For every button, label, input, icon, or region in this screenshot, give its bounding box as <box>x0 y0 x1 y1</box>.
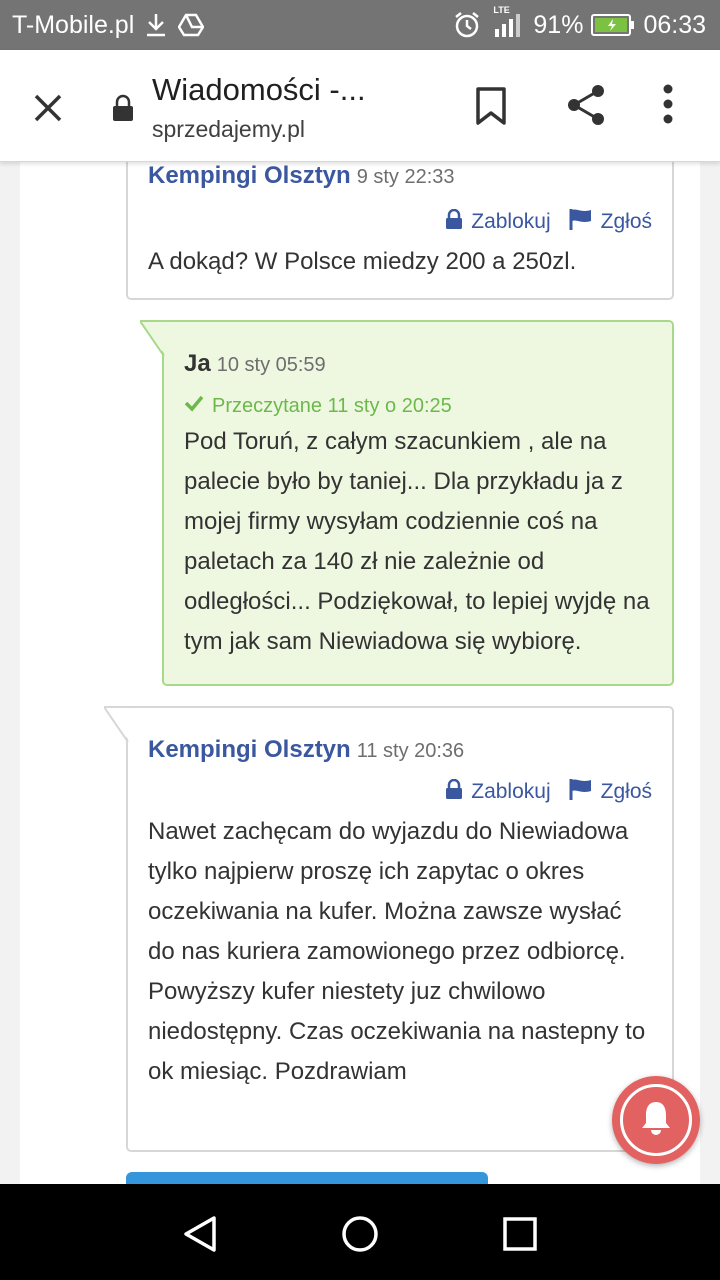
message-thread: Kempingi Olsztyn 9 sty 22:33 Zablokuj Zgł… <box>20 162 700 1184</box>
action-button[interactable] <box>126 1172 488 1184</box>
block-button[interactable]: Zablokuj <box>445 778 551 805</box>
flag-icon <box>569 778 593 806</box>
report-button[interactable]: Zgłoś <box>569 208 652 236</box>
drive-icon <box>178 13 205 37</box>
bookmark-icon[interactable] <box>474 86 508 131</box>
share-icon[interactable] <box>566 84 606 131</box>
speech-tail <box>104 706 130 743</box>
navigation-bar <box>0 1184 720 1280</box>
report-label: Zgłoś <box>600 210 652 233</box>
signal-icon: LTE <box>489 5 525 39</box>
message-time: 11 sty 20:36 <box>356 740 465 762</box>
message-header: Kempingi Olsztyn 11 sty 20:36 <box>148 736 464 764</box>
message-actions: Zablokuj Zgłoś <box>445 208 652 236</box>
message-body: Nawet zachęcam do wyjazdu do Niewiadowa … <box>148 818 646 1085</box>
alarm-icon <box>453 11 481 39</box>
close-icon[interactable] <box>26 86 70 130</box>
message-card: Kempingi Olsztyn 9 sty 22:33 Zablokuj Zgł… <box>126 162 674 300</box>
message-card: Kempingi Olsztyn 11 sty 20:36 Zablokuj Zg… <box>104 706 674 1152</box>
battery-percent: 91% <box>533 10 584 39</box>
clock: 06:33 <box>643 10 706 39</box>
block-button[interactable]: Zablokuj <box>445 208 551 235</box>
block-label: Zablokuj <box>471 780 551 803</box>
message-body: A dokąd? W Polsce miedzy 200 a 250zl. <box>148 248 577 275</box>
battery-icon <box>591 13 635 37</box>
message-actions: Zablokuj Zgłoś <box>445 778 652 806</box>
browser-toolbar: Wiadomości -... sprzedajemy.pl <box>0 50 720 162</box>
check-icon <box>184 394 204 418</box>
network-type-label: LTE <box>493 5 510 15</box>
more-menu-icon[interactable] <box>662 84 674 129</box>
home-nav-icon[interactable] <box>340 1214 380 1254</box>
lock-icon <box>445 208 463 235</box>
notification-bell-button[interactable] <box>612 1076 700 1164</box>
page-url[interactable]: sprzedajemy.pl <box>152 116 305 143</box>
read-status: Przeczytane 11 sty o 20:25 <box>184 394 452 418</box>
message-author[interactable]: Kempingi Olsztyn <box>148 736 351 763</box>
lock-icon <box>445 778 463 805</box>
bell-ring <box>620 1084 692 1156</box>
bell-icon <box>639 1099 673 1142</box>
page-title: Wiadomości -... <box>152 72 366 107</box>
message-time: 9 sty 22:33 <box>356 166 455 188</box>
message-header: Kempingi Olsztyn 9 sty 22:33 <box>148 162 455 190</box>
recents-nav-icon[interactable] <box>500 1214 540 1254</box>
message-header: Ja 10 sty 05:59 <box>184 350 326 378</box>
message-body: Pod Toruń, z całym szacunkiem , ale na p… <box>184 428 650 655</box>
flag-icon <box>569 208 593 236</box>
message-time: 10 sty 05:59 <box>216 354 326 376</box>
download-icon <box>144 12 168 38</box>
message-author[interactable]: Kempingi Olsztyn <box>148 162 351 189</box>
message-card-own: Ja 10 sty 05:59 Przeczytane 11 sty o 20:2… <box>140 320 674 686</box>
message-author: Ja <box>184 350 211 377</box>
report-button[interactable]: Zgłoś <box>569 778 652 806</box>
back-nav-icon[interactable] <box>180 1214 220 1254</box>
carrier-label: T-Mobile.pl <box>12 10 135 39</box>
status-bar: T-Mobile.pl LTE 91% 06:33 <box>0 0 720 50</box>
report-label: Zgłoś <box>600 780 652 803</box>
block-label: Zablokuj <box>471 210 551 233</box>
speech-tail <box>140 320 166 357</box>
read-status-text: Przeczytane 11 sty o 20:25 <box>212 394 452 417</box>
lock-icon <box>112 94 134 127</box>
